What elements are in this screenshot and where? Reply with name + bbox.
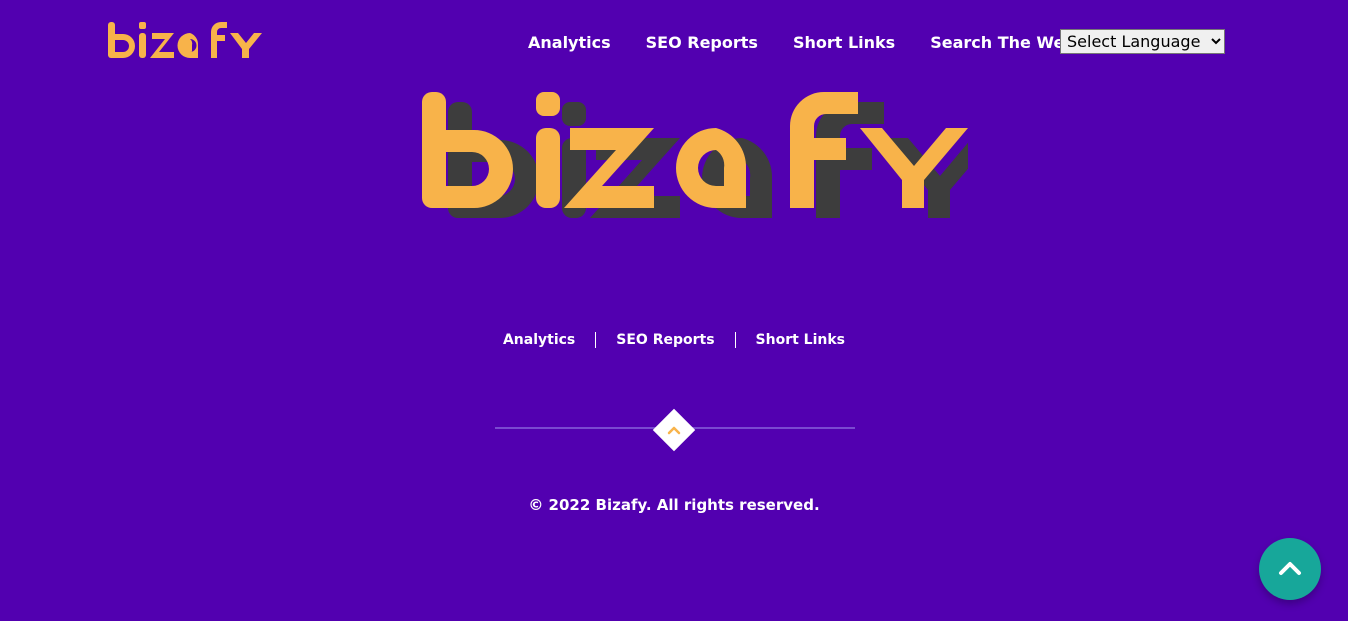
header-logo[interactable] xyxy=(106,20,264,62)
top-nav: Analytics SEO Reports Short Links Search… xyxy=(528,31,1111,53)
scroll-to-top-button[interactable] xyxy=(1259,538,1321,600)
footer-analytics-link[interactable]: Analytics xyxy=(483,330,595,350)
nav-short-links-link[interactable]: Short Links xyxy=(793,33,895,52)
footer-nav: Analytics SEO Reports Short Links xyxy=(0,330,1348,350)
chevron-up-icon[interactable] xyxy=(659,415,689,445)
nav-seo-reports-link[interactable]: SEO Reports xyxy=(646,33,758,52)
bizafy-logo-small xyxy=(108,22,262,58)
page: Analytics SEO Reports Short Links Search… xyxy=(0,0,1348,621)
hero-logo xyxy=(420,88,994,222)
chevron-up-icon xyxy=(1279,562,1301,575)
footer-seo-reports-link[interactable]: SEO Reports xyxy=(596,330,734,350)
footer-short-links-link[interactable]: Short Links xyxy=(736,330,865,350)
language-select[interactable]: Select Language xyxy=(1060,29,1225,54)
bizafy-logo-large xyxy=(422,92,994,218)
nav-analytics-link[interactable]: Analytics xyxy=(528,33,611,52)
nav-search-the-web-link[interactable]: Search The Web xyxy=(930,33,1076,52)
copyright-text: © 2022 Bizafy. All rights reserved. xyxy=(528,496,820,514)
